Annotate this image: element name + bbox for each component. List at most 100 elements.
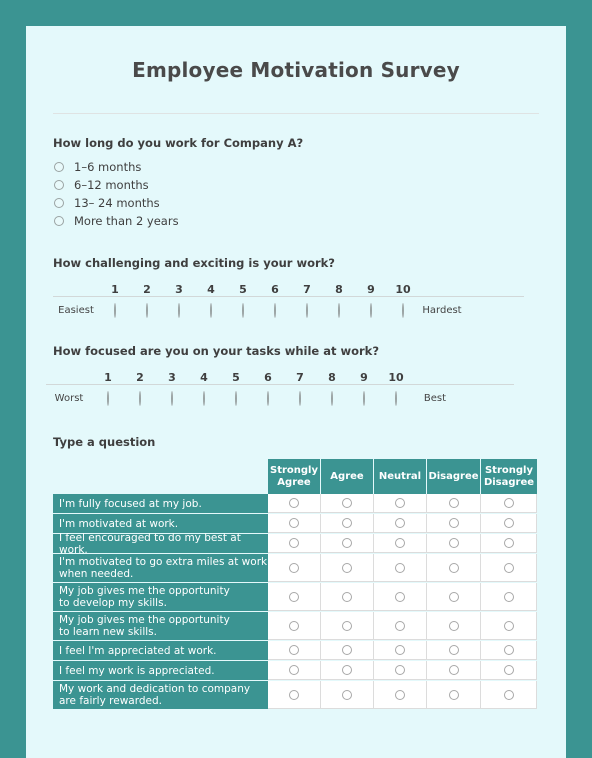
radio-icon[interactable] — [267, 390, 269, 406]
scale-option[interactable] — [259, 302, 291, 318]
radio-icon[interactable] — [289, 538, 299, 548]
radio-icon[interactable] — [331, 390, 333, 406]
radio-icon[interactable] — [342, 689, 352, 700]
radio-icon[interactable] — [503, 591, 514, 602]
radio-icon[interactable] — [448, 645, 459, 655]
radio-icon[interactable] — [448, 689, 459, 700]
radio-icon[interactable] — [370, 302, 372, 318]
radio-icon[interactable] — [503, 665, 514, 675]
question-matrix-label[interactable]: Type a question — [53, 435, 566, 449]
radio-icon[interactable] — [342, 645, 352, 655]
radio-icon[interactable] — [289, 498, 299, 508]
matrix-cell[interactable] — [481, 534, 537, 553]
matrix-cell[interactable] — [321, 641, 374, 660]
radio-icon[interactable] — [395, 620, 405, 631]
radio-icon[interactable] — [503, 620, 514, 631]
radio-icon[interactable] — [342, 498, 352, 508]
radio-icon[interactable] — [448, 591, 459, 602]
radio-icon[interactable] — [289, 645, 299, 655]
matrix-cell[interactable] — [268, 494, 321, 513]
radio-icon[interactable] — [402, 302, 404, 318]
matrix-cell[interactable] — [321, 612, 374, 640]
radio-option[interactable]: 1–6 months — [54, 158, 566, 176]
matrix-cell[interactable] — [268, 661, 321, 680]
scale-option[interactable] — [284, 390, 316, 406]
radio-icon[interactable] — [395, 538, 405, 548]
matrix-cell[interactable] — [481, 494, 537, 513]
matrix-cell[interactable] — [481, 681, 537, 709]
radio-option[interactable]: 13– 24 months — [54, 194, 566, 212]
matrix-cell[interactable] — [427, 554, 481, 582]
matrix-cell[interactable] — [268, 534, 321, 553]
scale-option[interactable] — [220, 390, 252, 406]
radio-icon[interactable] — [146, 302, 148, 318]
radio-icon[interactable] — [342, 591, 352, 602]
radio-icon[interactable] — [171, 390, 173, 406]
radio-icon[interactable] — [503, 645, 514, 655]
radio-icon[interactable] — [289, 591, 299, 602]
scale-option[interactable] — [355, 302, 387, 318]
matrix-cell[interactable] — [321, 554, 374, 582]
radio-icon[interactable] — [342, 562, 352, 573]
radio-icon[interactable] — [306, 302, 308, 318]
radio-icon[interactable] — [395, 591, 405, 602]
matrix-cell[interactable] — [374, 494, 427, 513]
matrix-cell[interactable] — [481, 514, 537, 533]
radio-icon[interactable] — [299, 390, 301, 406]
radio-icon[interactable] — [395, 689, 405, 700]
radio-icon[interactable] — [448, 665, 459, 675]
matrix-cell[interactable] — [427, 661, 481, 680]
matrix-cell[interactable] — [268, 612, 321, 640]
matrix-cell[interactable] — [321, 661, 374, 680]
scale-option[interactable] — [131, 302, 163, 318]
matrix-cell[interactable] — [268, 583, 321, 611]
radio-icon[interactable] — [54, 198, 64, 208]
matrix-cell[interactable] — [427, 514, 481, 533]
matrix-cell[interactable] — [268, 514, 321, 533]
matrix-cell[interactable] — [321, 681, 374, 709]
radio-icon[interactable] — [342, 665, 352, 675]
scale-option[interactable] — [124, 390, 156, 406]
scale-option[interactable] — [291, 302, 323, 318]
radio-icon[interactable] — [448, 518, 459, 528]
radio-icon[interactable] — [54, 180, 64, 190]
radio-icon[interactable] — [289, 518, 299, 528]
matrix-cell[interactable] — [427, 583, 481, 611]
radio-icon[interactable] — [54, 216, 64, 226]
radio-option[interactable]: 6–12 months — [54, 176, 566, 194]
radio-icon[interactable] — [395, 562, 405, 573]
radio-icon[interactable] — [274, 302, 276, 318]
matrix-cell[interactable] — [374, 554, 427, 582]
matrix-cell[interactable] — [481, 612, 537, 640]
radio-icon[interactable] — [395, 390, 397, 406]
radio-icon[interactable] — [342, 620, 352, 631]
matrix-cell[interactable] — [374, 583, 427, 611]
radio-icon[interactable] — [289, 562, 299, 573]
matrix-cell[interactable] — [481, 583, 537, 611]
radio-icon[interactable] — [210, 302, 212, 318]
radio-icon[interactable] — [363, 390, 365, 406]
radio-icon[interactable] — [54, 162, 64, 172]
radio-icon[interactable] — [289, 620, 299, 631]
radio-icon[interactable] — [114, 302, 116, 318]
scale-option[interactable] — [380, 390, 412, 406]
matrix-cell[interactable] — [374, 612, 427, 640]
radio-icon[interactable] — [107, 390, 109, 406]
matrix-cell[interactable] — [427, 681, 481, 709]
matrix-cell[interactable] — [481, 641, 537, 660]
radio-icon[interactable] — [448, 498, 459, 508]
scale-option[interactable] — [227, 302, 259, 318]
matrix-cell[interactable] — [374, 641, 427, 660]
radio-icon[interactable] — [395, 665, 405, 675]
radio-icon[interactable] — [503, 518, 514, 528]
matrix-cell[interactable] — [268, 641, 321, 660]
matrix-cell[interactable] — [321, 514, 374, 533]
radio-icon[interactable] — [503, 689, 514, 700]
radio-icon[interactable] — [338, 302, 340, 318]
scale-option[interactable] — [99, 302, 131, 318]
matrix-cell[interactable] — [427, 641, 481, 660]
scale-option[interactable] — [188, 390, 220, 406]
matrix-cell[interactable] — [481, 554, 537, 582]
matrix-cell[interactable] — [374, 534, 427, 553]
scale-option[interactable] — [316, 390, 348, 406]
